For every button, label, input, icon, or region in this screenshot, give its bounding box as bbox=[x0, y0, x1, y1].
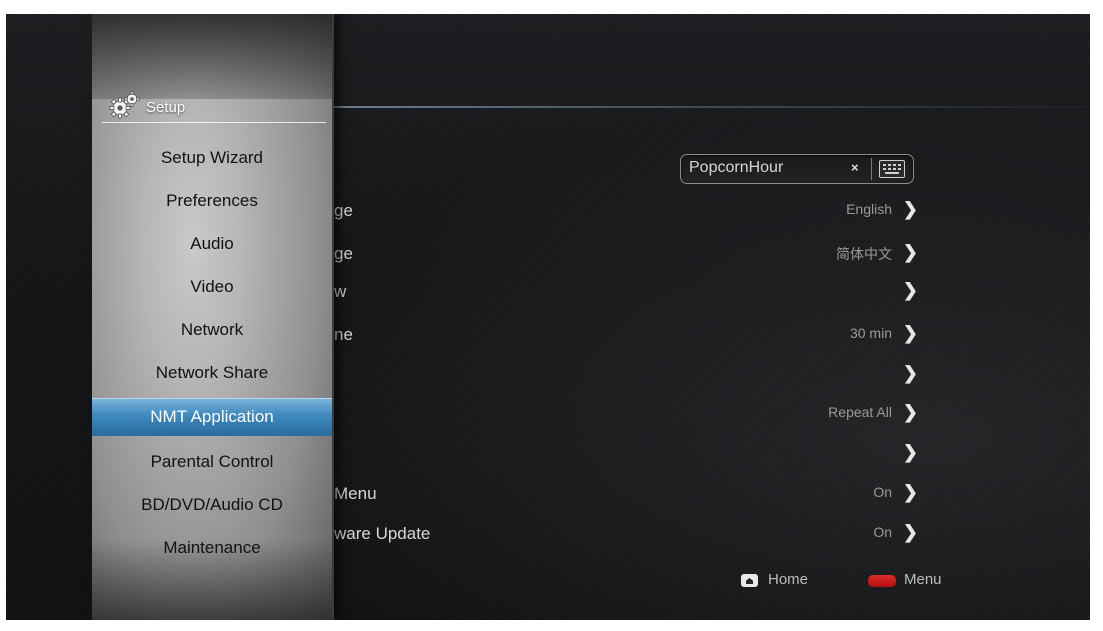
gears-icon bbox=[109, 91, 140, 119]
panel-divider bbox=[102, 122, 326, 123]
setting-value: On bbox=[873, 484, 892, 500]
chevron-right-icon: ❯ bbox=[902, 402, 918, 422]
chevron-right-icon: ❯ bbox=[902, 242, 918, 262]
menu-item-setup-wizard[interactable]: Setup Wizard bbox=[92, 139, 332, 177]
setting-row-language-2[interactable]: ge 简体中文 ❯ bbox=[332, 235, 922, 271]
red-button-icon bbox=[868, 575, 896, 587]
setting-row-7[interactable]: ❯ bbox=[332, 435, 922, 471]
setting-value: Repeat All bbox=[828, 404, 892, 420]
setting-label: ge bbox=[334, 201, 353, 220]
home-icon bbox=[741, 574, 758, 587]
panel-header: Setup bbox=[108, 90, 328, 120]
chevron-right-icon: ❯ bbox=[902, 442, 918, 462]
setting-value: 30 min bbox=[849, 325, 892, 341]
keyboard-icon[interactable] bbox=[879, 160, 905, 178]
menu-item-parental-control[interactable]: Parental Control bbox=[92, 443, 332, 481]
setting-label: ware Update bbox=[334, 524, 431, 543]
menu-item-video[interactable]: Video bbox=[92, 268, 332, 306]
setting-label: Menu bbox=[334, 484, 377, 503]
device-name-field[interactable]: PopcornHour × bbox=[680, 154, 914, 184]
chevron-right-icon: ❯ bbox=[902, 199, 918, 219]
setup-menu-panel: Setup Setup Wizard Preferences Audio Vid… bbox=[92, 14, 334, 620]
menu-item-nmt-application[interactable]: NMT Application bbox=[92, 398, 332, 436]
setting-row-firmware-update[interactable]: ware Update On ❯ bbox=[332, 515, 922, 551]
setting-label: w bbox=[334, 282, 347, 301]
setting-value: 简体中文 bbox=[836, 246, 892, 262]
setting-row-repeat[interactable]: Repeat All ❯ bbox=[332, 395, 922, 431]
menu-label: Menu bbox=[904, 571, 942, 588]
menu-item-maintenance[interactable]: Maintenance bbox=[92, 529, 332, 567]
home-label: Home bbox=[768, 571, 809, 588]
menu-item-network-share[interactable]: Network Share bbox=[92, 354, 332, 392]
menu-item-audio[interactable]: Audio bbox=[92, 225, 332, 263]
chevron-right-icon: ❯ bbox=[902, 280, 918, 300]
menu-item-bd-dvd-audio-cd[interactable]: BD/DVD/Audio CD bbox=[92, 486, 332, 524]
tv-screen: PopcornHour × ge English ❯ ge 简体中文 ❯ w ❯… bbox=[6, 14, 1090, 620]
chevron-right-icon: ❯ bbox=[902, 522, 918, 542]
setting-row-language[interactable]: ge English ❯ bbox=[332, 192, 922, 228]
setting-label: ne bbox=[334, 325, 353, 344]
setting-row-time[interactable]: ne 30 min ❯ bbox=[332, 316, 922, 352]
menu-item-preferences[interactable]: Preferences bbox=[92, 182, 332, 220]
setting-row-menu[interactable]: Menu On ❯ bbox=[332, 475, 922, 511]
setting-row-3[interactable]: w ❯ bbox=[332, 273, 922, 309]
setting-label: ge bbox=[334, 244, 353, 263]
chevron-right-icon: ❯ bbox=[902, 482, 918, 502]
clear-icon[interactable]: × bbox=[851, 160, 859, 175]
device-name-value: PopcornHour bbox=[689, 159, 784, 176]
panel-title: Setup bbox=[146, 99, 186, 116]
setting-value: English bbox=[846, 201, 892, 217]
field-separator bbox=[871, 158, 872, 180]
chevron-right-icon: ❯ bbox=[902, 363, 918, 383]
chevron-right-icon: ❯ bbox=[902, 323, 918, 343]
setting-value: On bbox=[873, 524, 892, 540]
menu-item-network[interactable]: Network bbox=[92, 311, 332, 349]
setting-row-5[interactable]: ❯ bbox=[332, 356, 922, 392]
